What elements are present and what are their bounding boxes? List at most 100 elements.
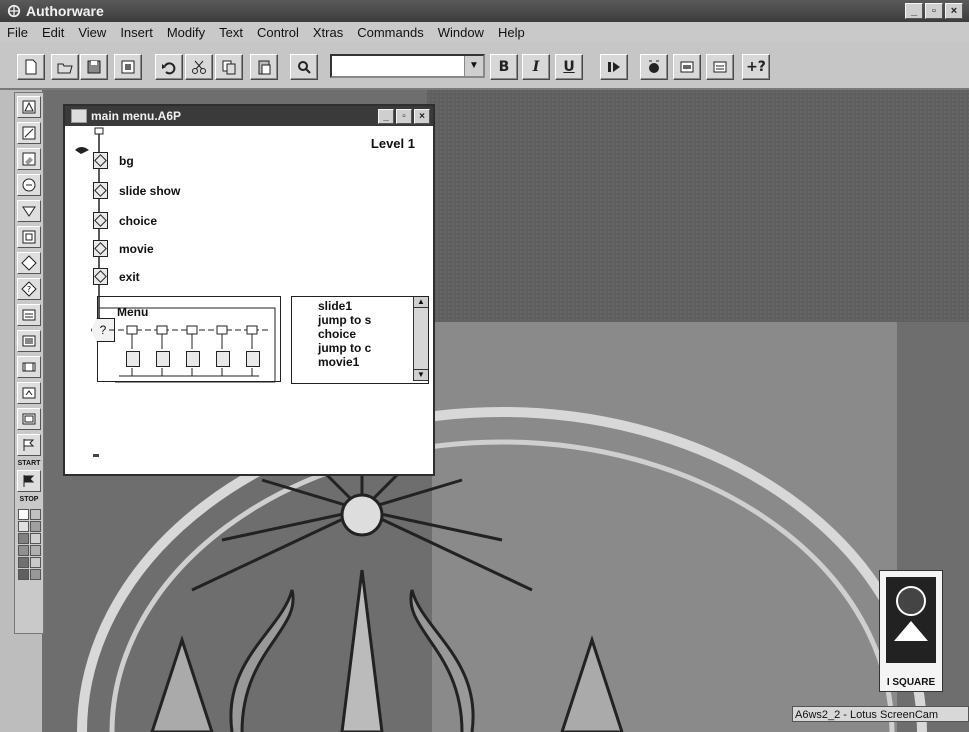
menu-text[interactable]: Text	[212, 25, 250, 40]
close-icon[interactable]: ×	[945, 3, 963, 19]
map-icon[interactable]	[17, 330, 41, 352]
color-swatch[interactable]	[17, 509, 29, 520]
list-item[interactable]: jump to c	[318, 341, 371, 355]
menu-control[interactable]: Control	[250, 25, 306, 40]
run-icon[interactable]	[600, 54, 628, 80]
functions-icon[interactable]	[673, 54, 701, 80]
video-icon[interactable]	[17, 408, 41, 430]
display-icon[interactable]	[17, 96, 41, 118]
map-icon-movie[interactable]	[93, 240, 108, 257]
color-swatches	[15, 509, 43, 580]
underline-button[interactable]: U	[555, 54, 583, 80]
flow-item-bg[interactable]: bg	[119, 154, 134, 168]
cut-icon[interactable]	[185, 54, 213, 80]
menu-insert[interactable]: Insert	[113, 25, 160, 40]
flowline-title: main menu.A6P	[91, 109, 182, 123]
calculation-icon[interactable]	[17, 304, 41, 326]
menu-window[interactable]: Window	[431, 25, 491, 40]
find-icon[interactable]	[290, 54, 318, 80]
stop-flag-icon[interactable]	[17, 470, 41, 492]
map-icon-exit[interactable]	[93, 268, 108, 285]
color-swatch[interactable]	[17, 521, 29, 532]
color-swatch[interactable]	[17, 569, 29, 580]
new-icon[interactable]	[17, 54, 45, 80]
paste-icon[interactable]	[250, 54, 278, 80]
start-flag-icon[interactable]	[17, 434, 41, 456]
erase-icon[interactable]	[17, 148, 41, 170]
color-swatch[interactable]	[17, 533, 29, 544]
variables-icon[interactable]	[706, 54, 734, 80]
motion-icon[interactable]	[17, 122, 41, 144]
flow-item-choice[interactable]: choice	[119, 214, 157, 228]
response-map-icon[interactable]	[186, 351, 200, 367]
response-calc-icon[interactable]	[216, 351, 230, 367]
menu-modify[interactable]: Modify	[160, 25, 212, 40]
minimize-icon[interactable]: _	[905, 3, 923, 19]
framework-icon[interactable]	[17, 226, 41, 248]
response-list[interactable]: slide1 jump to s choice jump to c movie1…	[291, 296, 429, 384]
file-icon	[71, 109, 87, 123]
color-swatch[interactable]	[17, 545, 29, 556]
map-icon-bg[interactable]	[93, 152, 108, 169]
app-title: Authorware	[26, 3, 104, 19]
color-swatch[interactable]	[29, 533, 41, 544]
menu-edit[interactable]: Edit	[35, 25, 71, 40]
list-item[interactable]: jump to s	[318, 313, 371, 327]
interaction-icon[interactable]: ?	[17, 278, 41, 300]
menu-view[interactable]: View	[71, 25, 113, 40]
color-swatch[interactable]	[17, 557, 29, 568]
wait-icon[interactable]	[17, 174, 41, 196]
color-swatch[interactable]	[29, 521, 41, 532]
maximize-icon[interactable]: ▫	[396, 108, 412, 124]
flow-item-slide-show[interactable]: slide show	[119, 184, 180, 198]
save-all-icon[interactable]	[80, 54, 108, 80]
color-swatch[interactable]	[29, 545, 41, 556]
list-item[interactable]: slide1	[318, 299, 371, 313]
menu-help[interactable]: Help	[491, 25, 532, 40]
menu-bar: File Edit View Insert Modify Text Contro…	[0, 22, 969, 42]
italic-button[interactable]: I	[522, 54, 550, 80]
map-icon-choice[interactable]	[93, 212, 108, 229]
svg-text:?: ?	[27, 285, 31, 294]
scroll-up-icon[interactable]: ▲	[414, 297, 428, 308]
minimize-icon[interactable]: _	[378, 108, 394, 124]
scroll-down-icon[interactable]: ▼	[414, 369, 428, 381]
close-icon[interactable]: ×	[414, 108, 430, 124]
map-icon-slide-show[interactable]	[93, 182, 108, 199]
decision-icon[interactable]	[17, 252, 41, 274]
navigate-icon[interactable]	[17, 200, 41, 222]
scrollbar[interactable]: ▲ ▼	[413, 297, 428, 381]
flowline-title-bar: main menu.A6P _ ▫ ×	[65, 106, 433, 126]
undo-icon[interactable]	[155, 54, 183, 80]
response-map-icon[interactable]	[246, 351, 260, 367]
color-swatch[interactable]	[29, 509, 41, 520]
color-swatch[interactable]	[29, 557, 41, 568]
copy-icon[interactable]	[215, 54, 243, 80]
text-style-select[interactable]: ▼	[330, 54, 485, 78]
menu-commands[interactable]: Commands	[350, 25, 430, 40]
response-calc-icon[interactable]	[156, 351, 170, 367]
interaction-title[interactable]: Menu	[117, 305, 148, 319]
control-panel-icon[interactable]	[640, 54, 668, 80]
chevron-down-icon[interactable]: ▼	[464, 56, 483, 76]
background-texture	[427, 90, 969, 322]
import-icon[interactable]	[114, 54, 142, 80]
sound-icon[interactable]	[17, 382, 41, 404]
menu-file[interactable]: File	[0, 25, 35, 40]
maximize-icon[interactable]: ▫	[925, 3, 943, 19]
help-button[interactable]: +?	[742, 54, 770, 80]
response-map-icon[interactable]	[126, 351, 140, 367]
isquare-label: I SQUARE	[886, 677, 936, 688]
toolbar: ▼ B I U +?	[0, 42, 969, 90]
screencam-status: A6ws2_2 - Lotus ScreenCam	[792, 706, 969, 722]
bold-button[interactable]: B	[490, 54, 518, 80]
list-item[interactable]: choice	[318, 327, 371, 341]
movie-icon[interactable]	[17, 356, 41, 378]
menu-xtras[interactable]: Xtras	[306, 25, 350, 40]
open-icon[interactable]	[51, 54, 79, 80]
list-item[interactable]: movie1	[318, 355, 371, 369]
stop-flag-label: STOP	[19, 496, 39, 503]
flow-item-exit[interactable]: exit	[119, 270, 140, 284]
flow-item-movie[interactable]: movie	[119, 242, 154, 256]
color-swatch[interactable]	[29, 569, 41, 580]
